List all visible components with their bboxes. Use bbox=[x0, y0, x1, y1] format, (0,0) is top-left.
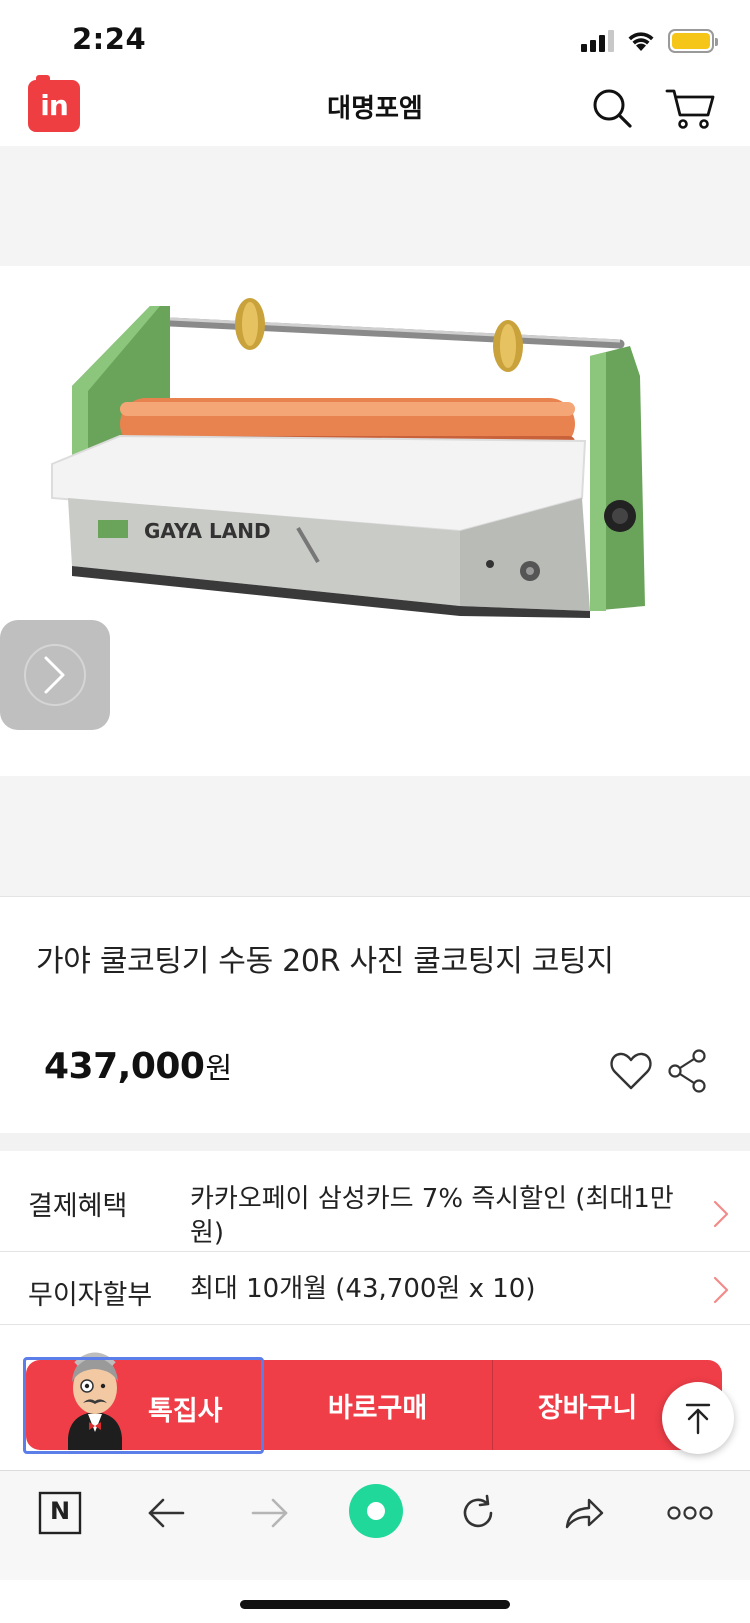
installment-row[interactable]: 무이자할부 최대 10개월 (43,700원 x 10) bbox=[0, 1252, 750, 1324]
talk-butler-button[interactable]: 톡집사 bbox=[26, 1352, 262, 1450]
butler-mascot-icon bbox=[68, 1352, 122, 1450]
add-to-cart-label: 장바구니 bbox=[537, 1392, 638, 1424]
more-button[interactable] bbox=[660, 1483, 720, 1543]
buy-now-label: 바로구매 bbox=[327, 1392, 428, 1424]
chevron-right-icon bbox=[713, 1200, 729, 1228]
status-icons bbox=[581, 26, 718, 56]
status-bar: 2:24 bbox=[0, 0, 750, 80]
refresh-button[interactable] bbox=[448, 1483, 508, 1543]
product-gallery[interactable]: GAYA LAND bbox=[0, 146, 750, 896]
benefit-label: 결제혜택 bbox=[28, 1191, 128, 1222]
wifi-icon bbox=[628, 32, 654, 51]
talk-butler-label: 톡집사 bbox=[148, 1396, 223, 1427]
battery-icon bbox=[668, 29, 718, 53]
cart-button[interactable] bbox=[664, 82, 716, 134]
signal-icon bbox=[581, 30, 614, 52]
svg-text:GAYA LAND: GAYA LAND bbox=[144, 519, 271, 543]
home-indicator[interactable] bbox=[240, 1600, 510, 1609]
scroll-to-top-button[interactable] bbox=[662, 1382, 734, 1454]
status-time: 2:24 bbox=[72, 22, 147, 56]
purchase-action-bar: 톡집사 바로구매 장바구니 bbox=[26, 1352, 722, 1450]
back-button[interactable] bbox=[136, 1483, 196, 1543]
chevron-right-icon bbox=[24, 644, 86, 706]
product-image: GAYA LAND bbox=[0, 266, 750, 776]
row-divider bbox=[0, 1324, 750, 1325]
forward-arrow-icon bbox=[251, 1498, 288, 1528]
app-header: in 대명포엠 bbox=[0, 75, 750, 146]
more-icon bbox=[667, 1506, 713, 1520]
benefit-value: 카카오페이 삼성카드 7% 즉시할인 (최대1만원) bbox=[190, 1184, 674, 1248]
section-separator bbox=[0, 1133, 750, 1151]
price-row: 437,000 원 bbox=[44, 1045, 232, 1087]
browser-toolbar: N bbox=[0, 1470, 750, 1580]
price-unit: 원 bbox=[205, 1051, 233, 1085]
product-title: 가야 쿨코팅기 수동 20R 사진 쿨코팅지 코팅지 bbox=[36, 944, 614, 979]
share-button[interactable] bbox=[666, 1048, 708, 1094]
battery-level bbox=[672, 33, 710, 49]
share-icon bbox=[668, 1049, 706, 1093]
search-icon bbox=[593, 89, 632, 128]
back-arrow-icon bbox=[148, 1498, 185, 1528]
search-button[interactable] bbox=[586, 82, 638, 134]
green-dot-button[interactable] bbox=[344, 1479, 408, 1543]
gallery-next-button[interactable] bbox=[0, 620, 110, 730]
arrow-up-icon bbox=[685, 1403, 711, 1435]
buy-now-button[interactable]: 바로구매 bbox=[262, 1360, 492, 1450]
installment-label: 무이자할부 bbox=[28, 1280, 153, 1311]
refresh-icon bbox=[463, 1494, 493, 1528]
share-forward-icon bbox=[565, 1498, 604, 1529]
green-dot-icon bbox=[349, 1484, 403, 1538]
wish-button[interactable] bbox=[608, 1048, 654, 1094]
cart-icon bbox=[665, 89, 715, 129]
forward-button[interactable] bbox=[240, 1483, 300, 1543]
payment-benefit-row[interactable]: 결제혜택 카카오페이 삼성카드 7% 즉시할인 (최대1만원) bbox=[0, 1151, 750, 1251]
gallery-divider bbox=[0, 896, 750, 897]
naver-n-label: N bbox=[49, 1497, 71, 1525]
price-value: 437,000 bbox=[44, 1046, 205, 1087]
heart-icon bbox=[610, 1052, 652, 1090]
installment-value: 최대 10개월 (43,700원 x 10) bbox=[190, 1274, 536, 1304]
naver-home-button[interactable]: N bbox=[30, 1483, 90, 1543]
share-page-button[interactable] bbox=[554, 1483, 614, 1543]
chevron-right-icon bbox=[713, 1276, 729, 1304]
laminator-illustration: GAYA LAND bbox=[51, 298, 645, 618]
